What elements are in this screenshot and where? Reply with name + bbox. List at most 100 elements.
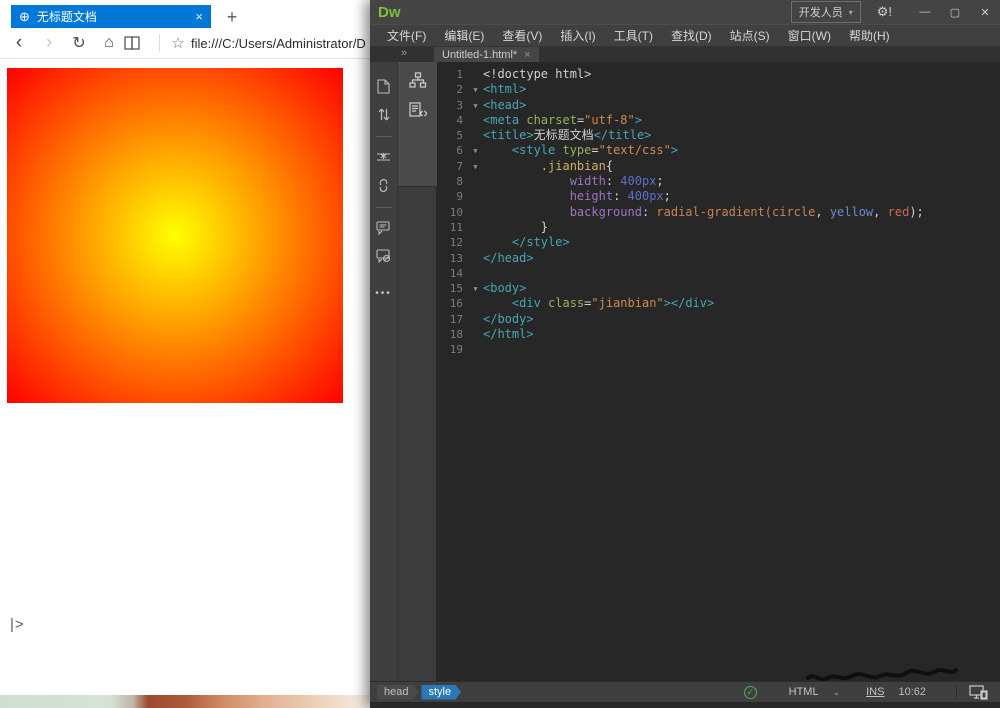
line-number: 4 bbox=[456, 113, 463, 127]
code-fold-gutter bbox=[468, 235, 483, 250]
caret-down-icon: ⌄ bbox=[832, 686, 841, 697]
code-line-16[interactable]: 16 <div class="jianbian"></div> bbox=[437, 296, 1000, 311]
dw-document-tabbar: » Untitled-1.html* × bbox=[370, 47, 1000, 62]
doc-type-select[interactable]: HTML ⌄ bbox=[789, 686, 841, 698]
code-fold-gutter bbox=[468, 205, 483, 220]
code-fold-arrow-icon[interactable]: ▼ bbox=[468, 82, 483, 97]
open-documents-icon[interactable] bbox=[374, 76, 394, 96]
line-number: 19 bbox=[449, 343, 463, 357]
forward-icon[interactable]: › bbox=[34, 32, 64, 54]
device-preview-icon[interactable] bbox=[969, 684, 988, 700]
format-source-icon[interactable] bbox=[374, 147, 394, 167]
panel-overflow-chevron[interactable]: » bbox=[401, 47, 407, 59]
code-line-9[interactable]: 9 height: 400px; bbox=[437, 189, 1000, 204]
code-fold-arrow-icon[interactable]: ▼ bbox=[468, 143, 483, 158]
code-line-11[interactable]: 11 } bbox=[437, 220, 1000, 235]
minimize-button[interactable]: — bbox=[910, 0, 940, 24]
line-number: 18 bbox=[449, 328, 463, 342]
tag-selector-head[interactable]: head bbox=[377, 685, 418, 700]
browser-tab[interactable]: ⊕ 无标题文档 × bbox=[11, 5, 211, 28]
code-line-14[interactable]: 14 bbox=[437, 266, 1000, 281]
menu-item-4[interactable]: 工具(T) bbox=[605, 27, 662, 44]
apply-comment-icon[interactable] bbox=[374, 218, 394, 238]
code-line-18[interactable]: 18 </html> bbox=[437, 327, 1000, 342]
menu-item-8[interactable]: 帮助(H) bbox=[840, 27, 899, 44]
remove-comment-icon[interactable] bbox=[374, 246, 394, 266]
toolbar-more-dots[interactable]: ••• bbox=[375, 288, 392, 299]
browser-tabstrip: ⊕ 无标题文档 × + bbox=[0, 0, 370, 28]
document-tab-close-icon[interactable]: × bbox=[524, 49, 530, 61]
code-fold-arrow-icon[interactable]: ▼ bbox=[468, 281, 483, 296]
expand-pane-icon[interactable]: |> bbox=[10, 616, 25, 633]
code-fold-arrow-icon[interactable]: ▼ bbox=[468, 98, 483, 113]
reading-list-icon[interactable] bbox=[124, 36, 154, 50]
browser-toolbar: ‹ › ↻ ⌂ ☆ file:///C:/Users/Administrator… bbox=[0, 28, 370, 59]
code-text: } bbox=[483, 219, 549, 234]
code-fold-gutter bbox=[468, 312, 483, 327]
line-number: 5 bbox=[456, 129, 463, 143]
code-line-5[interactable]: 5 <title>无标题文档</title> bbox=[437, 128, 1000, 143]
menu-item-1[interactable]: 编辑(E) bbox=[435, 27, 493, 44]
menu-item-5[interactable]: 查找(D) bbox=[662, 27, 721, 44]
favorites-star-icon[interactable]: ☆ bbox=[165, 34, 191, 52]
line-number: 8 bbox=[456, 175, 463, 189]
caret-down-icon: ▾ bbox=[848, 7, 853, 17]
line-number: 16 bbox=[449, 297, 463, 311]
dw-common-toolbar: ••• bbox=[370, 62, 398, 708]
code-fold-gutter bbox=[468, 128, 483, 143]
code-line-8[interactable]: 8 width: 400px; bbox=[437, 174, 1000, 189]
code-editor[interactable]: 1 <!doctype html> 2 ▼ <html> 3 ▼ <head> 4 <meta c… bbox=[437, 62, 1000, 681]
globe-icon: ⊕ bbox=[19, 8, 30, 24]
back-icon[interactable]: ‹ bbox=[4, 32, 34, 54]
snippets-panel-icon[interactable] bbox=[408, 102, 427, 118]
line-number: 7 bbox=[456, 159, 463, 173]
code-line-13[interactable]: 13 </head> bbox=[437, 251, 1000, 266]
code-line-12[interactable]: 12 </style> bbox=[437, 235, 1000, 250]
menu-item-2[interactable]: 查看(V) bbox=[493, 27, 551, 44]
code-line-1[interactable]: 1 <!doctype html> bbox=[437, 67, 1000, 82]
menu-item-6[interactable]: 站点(S) bbox=[721, 27, 779, 44]
code-line-19[interactable]: 19 bbox=[437, 342, 1000, 357]
tab-close-icon[interactable]: × bbox=[189, 9, 203, 24]
line-number: 14 bbox=[449, 266, 463, 280]
insert-mode-indicator[interactable]: INS bbox=[866, 686, 884, 698]
line-number: 12 bbox=[449, 236, 463, 250]
browser-tab-title: 无标题文档 bbox=[36, 10, 97, 24]
code-fold-gutter bbox=[468, 296, 483, 311]
tag-selector-style[interactable]: style bbox=[421, 685, 461, 700]
document-tab[interactable]: Untitled-1.html* × bbox=[434, 47, 539, 62]
file-management-icon[interactable] bbox=[374, 104, 394, 124]
code-text: <html> bbox=[483, 82, 527, 97]
code-line-4[interactable]: 4 <meta charset="utf-8"> bbox=[437, 113, 1000, 128]
desktop: ⊕ 无标题文档 × + ‹ › ↻ ⌂ ☆ file:///C:/Users/A… bbox=[0, 0, 1000, 708]
workspace-switcher-button[interactable]: 开发人员 ▾ bbox=[790, 1, 861, 23]
close-button[interactable]: ✕ bbox=[970, 0, 1000, 24]
sync-settings-gear-icon[interactable]: ⚙! bbox=[877, 4, 892, 20]
code-line-10[interactable]: 10 background: radial-gradient(circle, y… bbox=[437, 205, 1000, 220]
code-line-2[interactable]: 2 ▼ <html> bbox=[437, 82, 1000, 97]
menu-item-7[interactable]: 窗口(W) bbox=[779, 27, 840, 44]
refresh-icon[interactable]: ↻ bbox=[64, 33, 94, 53]
code-text: <style type="text/css"> bbox=[511, 143, 679, 158]
code-line-15[interactable]: 15 ▼ <body> bbox=[437, 281, 1000, 296]
code-line-3[interactable]: 3 ▼ <head> bbox=[437, 98, 1000, 113]
menu-item-0[interactable]: 文件(F) bbox=[378, 27, 435, 44]
home-icon[interactable]: ⌂ bbox=[94, 34, 124, 52]
code-text: height: 400px; bbox=[569, 189, 671, 204]
code-line-17[interactable]: 17 </body> bbox=[437, 312, 1000, 327]
code-fold-arrow-icon[interactable]: ▼ bbox=[468, 159, 483, 174]
line-number: 15 bbox=[449, 282, 463, 296]
new-tab-button[interactable]: + bbox=[221, 7, 243, 28]
code-line-7[interactable]: 7 ▼ .jianbian{ bbox=[437, 159, 1000, 174]
address-bar[interactable]: file:///C:/Users/Administrator/D bbox=[191, 36, 370, 51]
maximize-button[interactable]: ▢ bbox=[940, 0, 970, 24]
dom-panel-icon[interactable] bbox=[408, 72, 427, 88]
dw-bottom-edge bbox=[370, 702, 1000, 708]
statusbar-divider bbox=[956, 685, 957, 699]
code-text: </head> bbox=[483, 250, 534, 265]
menu-item-3[interactable]: 插入(I) bbox=[551, 27, 604, 44]
unlink-icon[interactable] bbox=[374, 175, 394, 195]
dw-panel-dock bbox=[398, 62, 437, 708]
code-line-6[interactable]: 6 ▼ <style type="text/css"> bbox=[437, 143, 1000, 158]
